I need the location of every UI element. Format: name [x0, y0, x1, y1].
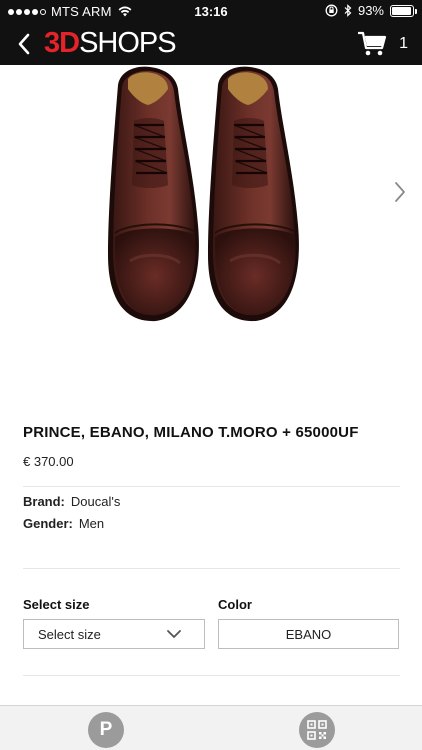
cart-count: 1 [399, 35, 408, 52]
battery-icon [390, 4, 417, 17]
qr-scan-button[interactable] [299, 712, 335, 748]
logo-main: SHOPS [79, 26, 177, 59]
bluetooth-icon [344, 4, 352, 17]
chevron-right-icon [395, 182, 405, 202]
status-bar: MTS ARM 13:16 93% [0, 0, 422, 22]
size-select-value: Select size [38, 627, 101, 642]
signal-icon [8, 8, 46, 15]
divider [23, 568, 400, 569]
cart-icon [358, 31, 387, 56]
rotation-lock-icon [325, 4, 338, 17]
logo-accent: 3D [44, 26, 80, 59]
wifi-icon [118, 6, 132, 17]
color-label: Color [218, 597, 252, 612]
brand-value: Doucal's [70, 494, 121, 509]
p-badge-icon: P [99, 719, 113, 740]
product-image-gallery[interactable] [0, 65, 422, 380]
product-title: PRINCE, EBANO, MILANO T.MORO + 65000UF [23, 424, 359, 441]
brand-label: Brand: [23, 494, 65, 509]
back-chevron-icon [18, 33, 30, 55]
carrier-name: MTS ARM [51, 4, 112, 19]
product-image [108, 66, 299, 322]
chevron-down-icon [167, 630, 181, 638]
product-price: € 370.00 [23, 454, 74, 469]
gender-row: Gender: Men [23, 516, 104, 531]
size-select[interactable]: Select size [23, 619, 205, 649]
gender-label: Gender: [23, 516, 73, 531]
bottom-tab-bar: P [0, 705, 422, 750]
battery-percent: 93% [357, 3, 384, 18]
brand-row: Brand: Doucal's [23, 494, 120, 509]
color-select[interactable]: EBANO [218, 619, 399, 649]
gender-value: Men [78, 516, 105, 531]
divider [23, 675, 400, 676]
back-button[interactable] [10, 30, 38, 58]
cart-button[interactable]: 1 [357, 28, 408, 60]
qr-code-icon [307, 720, 327, 740]
status-right: 93% [325, 3, 417, 18]
status-left: MTS ARM [8, 4, 132, 19]
app-logo[interactable]: 3D SHOPS [44, 26, 177, 59]
size-label: Select size [23, 597, 90, 612]
divider [23, 486, 400, 487]
p-badge-button[interactable]: P [88, 712, 124, 748]
app-header: 3D SHOPS 1 [0, 22, 422, 65]
color-select-value: EBANO [285, 627, 332, 642]
next-image-button[interactable] [390, 177, 410, 207]
